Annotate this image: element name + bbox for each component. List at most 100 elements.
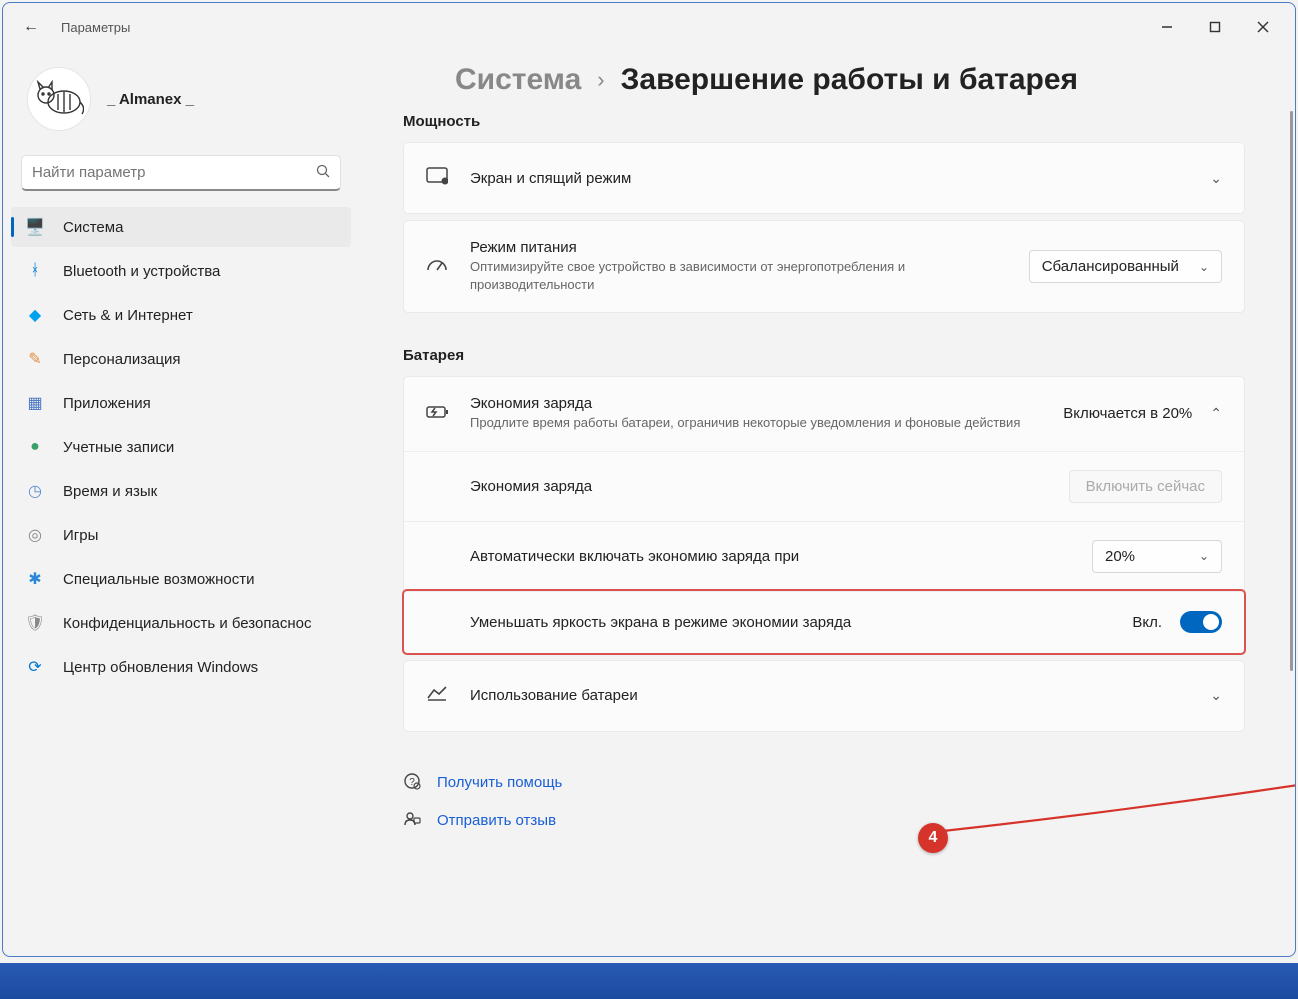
nav-icon: ✱ bbox=[25, 569, 45, 589]
nav-label: Приложения bbox=[63, 395, 151, 412]
help-link-feedback[interactable]: Отправить отзыв bbox=[403, 802, 1245, 840]
nav-label: Система bbox=[63, 219, 123, 236]
titlebar: ← Параметры bbox=[3, 3, 1295, 51]
callout-badge: 4 bbox=[918, 823, 948, 853]
username: _ Almanex _ bbox=[107, 91, 194, 108]
battery-saver-header[interactable]: Экономия заряда Продлите время работы ба… bbox=[404, 377, 1244, 450]
nav-icon: ● bbox=[25, 437, 45, 457]
card-power-mode: Режим питания Оптимизируйте свое устройс… bbox=[403, 220, 1245, 313]
auto-threshold-value: 20% bbox=[1105, 548, 1135, 565]
power-mode-title: Режим питания bbox=[470, 239, 1029, 256]
help-icon: ? bbox=[403, 772, 421, 794]
power-mode-desc: Оптимизируйте свое устройство в зависимо… bbox=[470, 258, 1029, 294]
nav-item-1[interactable]: ᚼ Bluetooth и устройства bbox=[11, 251, 351, 291]
chevron-down-icon: ⌄ bbox=[1199, 260, 1209, 274]
breadcrumb-current: Завершение работы и батарея bbox=[621, 63, 1078, 97]
auto-threshold-dropdown[interactable]: 20% ⌄ bbox=[1092, 540, 1222, 573]
search-input[interactable] bbox=[32, 164, 316, 181]
taskbar bbox=[0, 963, 1298, 999]
nav-label: Время и язык bbox=[63, 483, 157, 500]
nav-label: Сеть & и Интернет bbox=[63, 307, 193, 324]
nav-label: Центр обновления Windows bbox=[63, 659, 258, 676]
screen-sleep-title: Экран и спящий режим bbox=[470, 170, 1198, 187]
get-help-link[interactable]: Получить помощь bbox=[437, 774, 562, 791]
row-econ-now: Экономия заряда Включить сейчас bbox=[404, 451, 1244, 521]
close-button[interactable] bbox=[1239, 7, 1287, 47]
nav-list: 🖥️ Система ᚼ Bluetooth и устройства ◆ Сеть & … bbox=[11, 207, 351, 687]
close-icon bbox=[1257, 21, 1269, 33]
turn-on-now-button[interactable]: Включить сейчас bbox=[1069, 470, 1222, 503]
search-box[interactable] bbox=[21, 155, 341, 191]
row-auto-threshold: Автоматически включать экономию заряда п… bbox=[404, 521, 1244, 591]
nav-label: Учетные записи bbox=[63, 439, 174, 456]
nav-label: Игры bbox=[63, 527, 98, 544]
help-link-get-help[interactable]: ? Получить помощь bbox=[403, 764, 1245, 802]
minimize-button[interactable] bbox=[1143, 7, 1191, 47]
card-battery-usage[interactable]: Использование батареи ⌄ bbox=[403, 660, 1245, 732]
toggle-state-label: Вкл. bbox=[1132, 614, 1162, 631]
nav-icon: ᚼ bbox=[25, 261, 45, 281]
nav-icon: 🖥️ bbox=[25, 217, 45, 237]
avatar bbox=[27, 67, 91, 131]
window-controls bbox=[1143, 7, 1287, 47]
chevron-down-icon: ⌄ bbox=[1199, 549, 1209, 563]
card-battery-saver: Экономия заряда Продлите время работы ба… bbox=[403, 376, 1245, 653]
battery-saver-status: Включается в 20% bbox=[1063, 405, 1192, 422]
nav-item-6[interactable]: ◷ Время и язык bbox=[11, 471, 351, 511]
battery-saver-desc: Продлите время работы батареи, ограничив… bbox=[470, 414, 1063, 432]
nav-item-3[interactable]: ✎ Персонализация bbox=[11, 339, 351, 379]
settings-window: ← Параметры bbox=[2, 2, 1296, 957]
battery-usage-title: Использование батареи bbox=[470, 687, 1198, 704]
sidebar: _ Almanex _ 🖥️ Система ᚼ Bluetooth и устрой… bbox=[3, 51, 363, 956]
nav-item-9[interactable]: 🛡 Конфиденциальность и безопаснос bbox=[11, 603, 351, 643]
maximize-button[interactable] bbox=[1191, 7, 1239, 47]
chevron-right-icon: › bbox=[597, 67, 604, 93]
nav-icon: ◷ bbox=[25, 481, 45, 501]
nav-item-7[interactable]: ◎ Игры bbox=[11, 515, 351, 555]
card-screen-sleep[interactable]: Экран и спящий режим ⌄ bbox=[403, 142, 1245, 214]
nav-item-5[interactable]: ● Учетные записи bbox=[11, 427, 351, 467]
chart-icon bbox=[426, 684, 452, 707]
chevron-up-icon: ⌃ bbox=[1210, 405, 1222, 422]
nav-label: Конфиденциальность и безопаснос bbox=[63, 615, 311, 632]
screen-sleep-icon bbox=[426, 167, 452, 190]
minimize-icon bbox=[1161, 21, 1173, 33]
help-links: ? Получить помощь Отправить отзыв bbox=[403, 764, 1245, 840]
content-area: Система › Завершение работы и батарея Мо… bbox=[363, 51, 1295, 956]
nav-icon: ◎ bbox=[25, 525, 45, 545]
nav-label: Специальные возможности bbox=[63, 571, 255, 588]
feedback-link[interactable]: Отправить отзыв bbox=[437, 812, 556, 829]
nav-item-8[interactable]: ✱ Специальные возможности bbox=[11, 559, 351, 599]
feedback-icon bbox=[403, 810, 421, 832]
section-battery-label: Батарея bbox=[403, 347, 1245, 364]
battery-saver-icon bbox=[426, 403, 452, 424]
nav-item-2[interactable]: ◆ Сеть & и Интернет bbox=[11, 295, 351, 335]
avatar-cat-icon bbox=[34, 80, 84, 118]
nav-item-0[interactable]: 🖥️ Система bbox=[11, 207, 351, 247]
back-button[interactable]: ← bbox=[23, 12, 47, 42]
scrollbar[interactable] bbox=[1290, 111, 1293, 671]
power-mode-value: Сбалансированный bbox=[1042, 258, 1179, 275]
nav-icon: ✎ bbox=[25, 349, 45, 369]
battery-saver-title: Экономия заряда bbox=[470, 395, 1063, 412]
lower-brightness-label: Уменьшать яркость экрана в режиме эконом… bbox=[470, 614, 1132, 631]
maximize-icon bbox=[1209, 21, 1221, 33]
section-power-label: Мощность bbox=[403, 113, 1245, 130]
nav-item-10[interactable]: ⟳ Центр обновления Windows bbox=[11, 647, 351, 687]
row-lower-brightness: Уменьшать яркость экрана в режиме эконом… bbox=[404, 591, 1244, 653]
nav-icon: ◆ bbox=[25, 305, 45, 325]
nav-label: Bluetooth и устройства bbox=[63, 263, 220, 280]
lower-brightness-toggle[interactable] bbox=[1180, 611, 1222, 633]
nav-label: Персонализация bbox=[63, 351, 181, 368]
gauge-icon bbox=[426, 256, 452, 277]
nav-icon: ▦ bbox=[25, 393, 45, 413]
nav-item-4[interactable]: ▦ Приложения bbox=[11, 383, 351, 423]
econ-now-label: Экономия заряда bbox=[470, 478, 1069, 495]
power-mode-dropdown[interactable]: Сбалансированный ⌄ bbox=[1029, 250, 1222, 283]
auto-threshold-label: Автоматически включать экономию заряда п… bbox=[470, 548, 1092, 565]
breadcrumb: Система › Завершение работы и батарея bbox=[455, 63, 1245, 97]
profile-block[interactable]: _ Almanex _ bbox=[11, 51, 351, 155]
nav-icon: 🛡 bbox=[25, 613, 45, 633]
nav-icon: ⟳ bbox=[25, 657, 45, 677]
breadcrumb-parent[interactable]: Система bbox=[455, 63, 581, 97]
